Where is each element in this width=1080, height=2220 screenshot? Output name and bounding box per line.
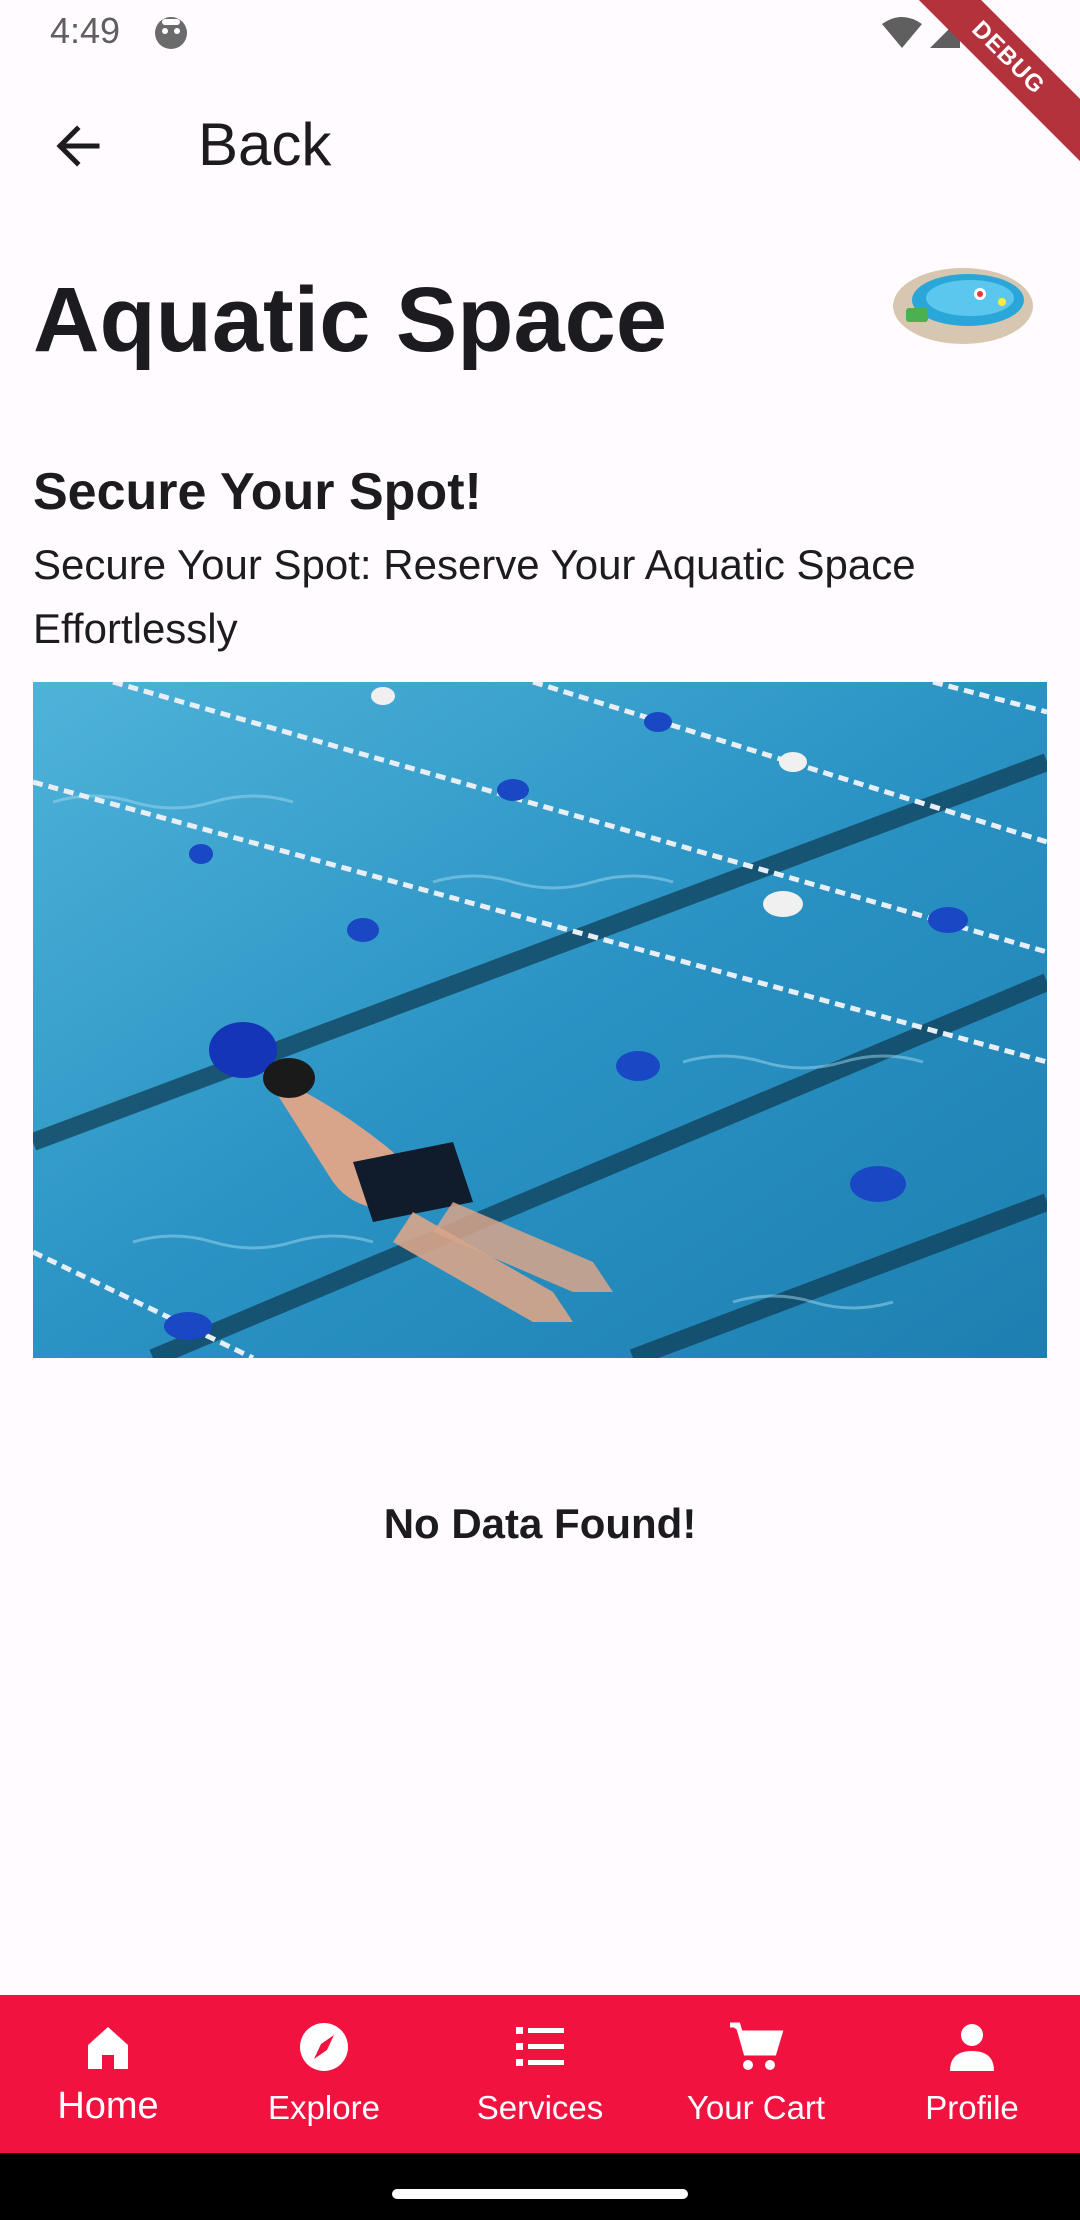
section-description: Secure Your Spot: Reserve Your Aquatic S… (33, 541, 916, 652)
system-gesture-bar (0, 2153, 1080, 2220)
compass-icon (300, 2023, 348, 2071)
app-bar: Back (0, 80, 1080, 204)
list-icon (516, 2027, 564, 2066)
bottom-navigation: Home Explore Services Your Cart Profile (0, 1995, 1080, 2153)
nav-item-cart[interactable]: Your Cart (648, 1995, 864, 2153)
pool-thumbnail-image (893, 268, 1033, 344)
section-heading: Secure Your Spot! (33, 463, 482, 521)
person-icon (950, 2024, 994, 2071)
nav-item-profile[interactable]: Profile (864, 1995, 1080, 2153)
empty-state-message: No Data Found! (383, 1500, 697, 1547)
nav-label-profile: Profile (925, 2089, 1019, 2126)
page-title: Aquatic Space (33, 269, 667, 371)
status-time: 4:49 (50, 10, 121, 51)
nav-label-home: Home (57, 2085, 159, 2127)
arrow-left-icon (56, 125, 100, 167)
nav-label-cart: Your Cart (686, 2089, 826, 2126)
nav-item-services[interactable]: Services (432, 1995, 648, 2153)
nav-label-services: Services (476, 2089, 604, 2126)
notification-face-icon (155, 17, 187, 49)
status-bar: 4:49 DEBUG (0, 0, 1080, 166)
screen: 4:49 DEBUG Back Aquatic Space Secure You… (0, 0, 1080, 2220)
nav-label-explore: Explore (268, 2089, 380, 2126)
back-button[interactable] (38, 106, 118, 186)
pool-photo (33, 682, 1047, 1358)
back-title: Back (198, 111, 332, 178)
cart-icon (730, 2022, 784, 2070)
home-gesture-handle[interactable] (392, 2189, 688, 2199)
nav-item-home[interactable]: Home (0, 1995, 216, 2153)
wifi-icon (882, 17, 922, 48)
home-icon (88, 2027, 128, 2069)
nav-item-explore[interactable]: Explore (216, 1995, 432, 2153)
